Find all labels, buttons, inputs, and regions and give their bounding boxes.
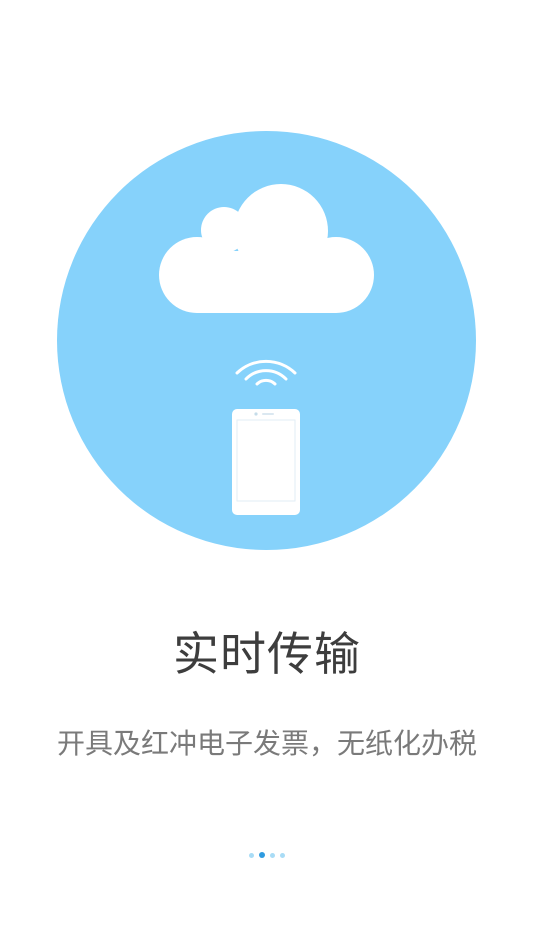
page-dot-4[interactable] [280,852,285,858]
page-dot-3[interactable] [270,852,275,858]
page-dot-2-active[interactable] [259,852,265,858]
illustration-graphic [57,131,476,550]
page-indicator[interactable] [0,850,534,860]
onboarding-title: 实时传输 [173,627,361,681]
onboarding-illustration [57,131,476,550]
smartphone-icon [232,409,300,515]
onboarding-screen[interactable]: 实时传输 开具及红冲电子发票，无纸化办税 [0,0,534,950]
onboarding-subtitle: 开具及红冲电子发票，无纸化办税 [56,727,477,760]
page-dot-1[interactable] [249,852,254,858]
